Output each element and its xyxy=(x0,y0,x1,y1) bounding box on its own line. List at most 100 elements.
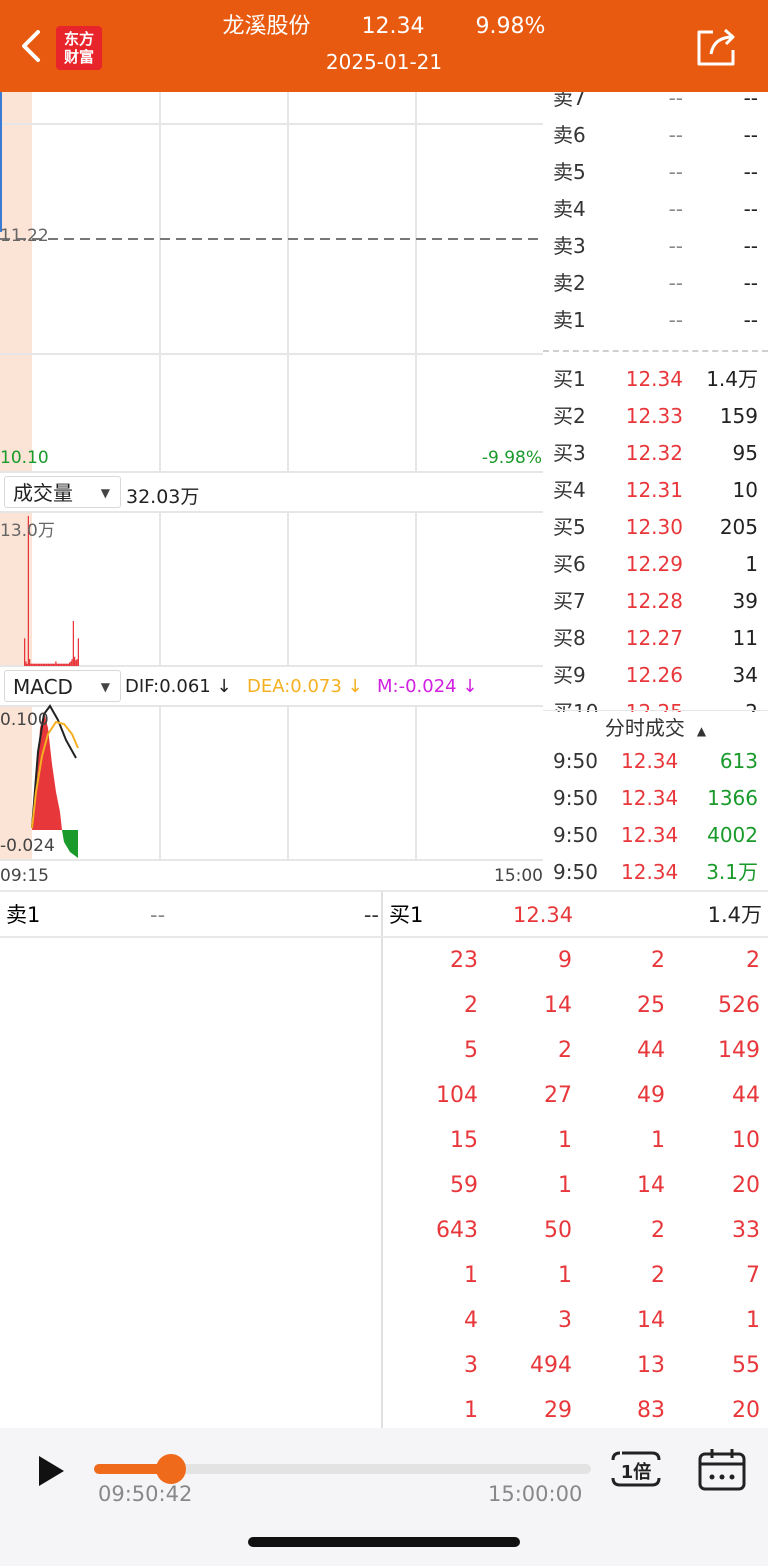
buy-level-label: 买5 xyxy=(553,515,586,539)
detail-header-divider xyxy=(0,936,768,938)
volume-bar xyxy=(61,663,63,666)
tick-time: 9:50 xyxy=(553,749,598,773)
buy-queue-cell: 25 xyxy=(637,993,665,1018)
detail-buy1-label: 买1 xyxy=(389,903,424,927)
buy-queue-cell: 3 xyxy=(558,1308,572,1333)
buy-queue-cell: 1 xyxy=(558,1128,572,1153)
buy-level-volume: 34 xyxy=(732,663,758,687)
buy-level-volume: 205 xyxy=(719,515,758,539)
buy-queue-cell: 1 xyxy=(558,1263,572,1288)
detail-buy1-row: 买1 12.34 1.4万 xyxy=(383,892,768,936)
volume-bar xyxy=(72,621,74,666)
volume-bar xyxy=(37,663,39,666)
buy-queue-cell: 10 xyxy=(732,1128,760,1153)
share-icon[interactable] xyxy=(693,26,739,70)
buy-level-price: 12.32 xyxy=(625,441,683,465)
sell-level-price: -- xyxy=(668,308,683,332)
tick-trade-row: 9:50 12.34 3.1万 xyxy=(543,854,768,891)
macd-indicator-label: MACD xyxy=(13,675,73,699)
buy-queue-cell: 9 xyxy=(558,948,572,973)
buy-level-price: 12.33 xyxy=(625,404,683,428)
replay-progress-track[interactable] xyxy=(94,1454,591,1484)
buy-queue-cell: 59 xyxy=(450,1173,478,1198)
volume-bar xyxy=(26,663,28,666)
volume-indicator-dropdown[interactable]: 成交量 ▼ xyxy=(4,476,121,508)
sell-level-price: -- xyxy=(668,234,683,258)
order-book-sell-row: 卖2 -- -- xyxy=(543,265,768,302)
buy-level-price: 12.27 xyxy=(625,626,683,650)
volume-bar xyxy=(66,663,68,666)
volume-bar xyxy=(41,663,43,666)
order-book-sell-row: 卖4 -- -- xyxy=(543,191,768,228)
buy-queue-cell: 14 xyxy=(637,1173,665,1198)
sell-level-price: -- xyxy=(668,123,683,147)
buy-queue-cell: 1 xyxy=(464,1263,478,1288)
volume-bar xyxy=(71,659,73,666)
detail-buy1-price: 12.34 xyxy=(513,903,574,927)
speed-button[interactable]: 1倍 xyxy=(610,1450,662,1488)
buy-queue-cell: 20 xyxy=(732,1398,760,1423)
volume-bar xyxy=(55,661,57,666)
buy-level-volume: 39 xyxy=(732,589,758,613)
buy-level-label: 买8 xyxy=(553,626,586,650)
intraday-chart-area: 11.22 10.10 -9.98% 成交量 ▼ 32.03万 13.0万 MA… xyxy=(0,92,543,890)
order-book-buy-row: 买1 12.34 1.4万 xyxy=(543,361,768,398)
order-book-buy-row: 买8 12.27 11 xyxy=(543,620,768,657)
buy-queue-cell: 29 xyxy=(544,1398,572,1423)
volume-bar xyxy=(60,663,62,666)
buy-level-volume: 95 xyxy=(732,441,758,465)
tick-trades-toggle[interactable]: 分时成交 ▲ xyxy=(543,711,768,747)
buy-queue-cell: 4 xyxy=(464,1308,478,1333)
volume-bar xyxy=(50,663,52,666)
volume-bar xyxy=(35,663,37,666)
order-book-sell-row: 卖7 -- -- xyxy=(543,92,768,117)
buy-queue-cell: 33 xyxy=(732,1218,760,1243)
stock-title: 龙溪股份 12.34 9.98% xyxy=(0,8,768,40)
tick-trades-title: 分时成交 xyxy=(604,716,685,740)
calendar-icon[interactable] xyxy=(697,1448,747,1492)
buy-queue-cell: 44 xyxy=(637,1038,665,1063)
buy-level-label: 买6 xyxy=(553,552,586,576)
buy-queue-cell: 14 xyxy=(544,993,572,1018)
buy-queue-cell: 13 xyxy=(637,1353,665,1378)
buy-queue-cell: 5 xyxy=(464,1038,478,1063)
buy-queue-cell: 14 xyxy=(637,1308,665,1333)
order-book-sell-row: 卖6 -- -- xyxy=(543,117,768,154)
sell-level-price: -- xyxy=(668,197,683,221)
buy-queue-cell: 2 xyxy=(651,1218,665,1243)
buy-level-label: 买3 xyxy=(553,441,586,465)
buy-queue-cell: 44 xyxy=(732,1083,760,1108)
order-book-sell-row: 卖5 -- -- xyxy=(543,154,768,191)
buy-level-label: 买9 xyxy=(553,663,586,687)
tick-volume: 4002 xyxy=(707,823,758,847)
order-book-buy-row: 买4 12.31 10 xyxy=(543,472,768,509)
buy-queue-cell: 20 xyxy=(732,1173,760,1198)
play-icon[interactable] xyxy=(36,1454,66,1488)
detail-sell1-row: 卖1 -- -- xyxy=(0,892,381,936)
sell-level-label: 卖1 xyxy=(553,308,586,332)
volume-bar xyxy=(57,663,59,666)
buy-queue-cell: 83 xyxy=(637,1398,665,1423)
volume-bar xyxy=(54,663,56,666)
buy-queue-cell: 149 xyxy=(718,1038,760,1063)
volume-bar xyxy=(34,663,36,666)
macd-indicator-dropdown[interactable]: MACD ▼ xyxy=(4,670,121,702)
order-book-buy-row: 买5 12.30 205 xyxy=(543,509,768,546)
buy-queue-cell: 50 xyxy=(544,1218,572,1243)
sell-level-volume: -- xyxy=(743,308,758,332)
detail-buy1-vol: 1.4万 xyxy=(707,903,762,927)
sell-level-volume: -- xyxy=(743,160,758,184)
tick-volume: 3.1万 xyxy=(706,860,758,884)
volume-bar xyxy=(59,663,61,666)
buy-level-price: 12.31 xyxy=(625,478,683,502)
buy-level-label: 买1 xyxy=(553,367,586,391)
sell-level-label: 卖3 xyxy=(553,234,586,258)
order-book-divider xyxy=(543,350,768,352)
order-book-buy-row: 买2 12.33 159 xyxy=(543,398,768,435)
home-indicator xyxy=(248,1537,520,1547)
caret-up-icon: ▲ xyxy=(696,724,707,738)
caret-down-icon: ▼ xyxy=(100,680,110,694)
replay-progress-thumb[interactable] xyxy=(156,1454,187,1484)
volume-total: 32.03万 xyxy=(126,486,200,508)
sell-level-label: 卖7 xyxy=(553,92,586,110)
